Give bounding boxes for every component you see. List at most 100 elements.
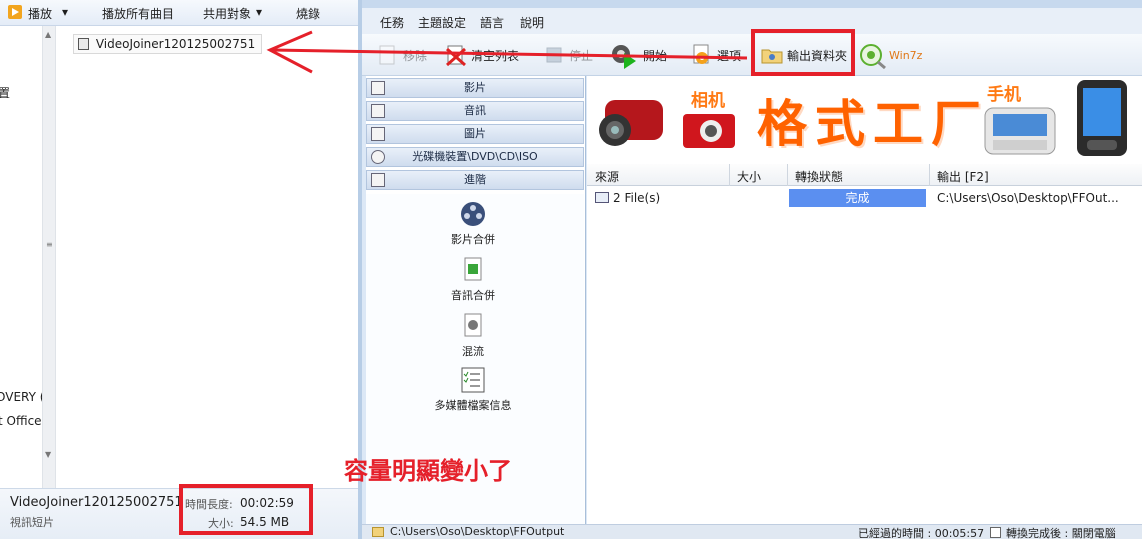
chevron-down-icon[interactable]: ▾ bbox=[62, 5, 68, 19]
win7z-label: Win7z bbox=[889, 48, 923, 62]
file-item[interactable]: VideoJoiner120125002751 bbox=[73, 34, 263, 54]
nav-scrollbar[interactable]: ▲ ≡ ▼ bbox=[42, 26, 56, 488]
details-file-name: VideoJoiner120125002751 bbox=[10, 495, 183, 510]
nav-item[interactable]: OVERY ( bbox=[0, 390, 42, 404]
burn-button[interactable]: 燒錄 bbox=[296, 5, 320, 22]
category-label: 影片 bbox=[464, 81, 486, 94]
explorer-toolbar: 播放 ▾ 播放所有曲目 共用對象 ▾ 燒錄 bbox=[0, 0, 358, 26]
win7z-button[interactable]: Win7z bbox=[858, 42, 923, 70]
smartphone-icon bbox=[983, 104, 1059, 161]
options-label: 選項 bbox=[717, 48, 742, 63]
clear-list-label: 清空列表 bbox=[471, 48, 520, 63]
explorer-window: 播放 ▾ 播放所有曲目 共用對象 ▾ 燒錄 置 OVERY ( t Office… bbox=[0, 0, 358, 539]
column-divider bbox=[929, 164, 930, 186]
menu-task[interactable]: 任務 bbox=[380, 14, 404, 31]
details-file-type: 視訊短片 bbox=[10, 516, 54, 529]
tool-label: 混流 bbox=[462, 345, 484, 358]
category-audio[interactable]: 音訊 bbox=[366, 101, 584, 121]
music-note-icon bbox=[371, 104, 385, 118]
column-divider bbox=[787, 164, 788, 186]
menu-language[interactable]: 語言 bbox=[480, 14, 504, 31]
category-label: 光碟機裝置\DVD\CD\ISO bbox=[412, 150, 538, 163]
stop-button[interactable]: 停止 bbox=[542, 42, 593, 68]
category-label: 音訊 bbox=[464, 104, 486, 117]
column-source[interactable]: 來源 bbox=[595, 168, 619, 185]
column-status[interactable]: 轉換狀態 bbox=[795, 168, 843, 185]
clear-list-icon bbox=[444, 43, 468, 67]
column-output[interactable]: 輸出 [F2] bbox=[937, 168, 989, 185]
status-output-path[interactable]: C:\Users\Oso\Desktop\FFOutput bbox=[390, 525, 564, 538]
play-icon bbox=[8, 5, 22, 19]
audio-join-tool[interactable]: 音訊合併 bbox=[406, 256, 540, 303]
menu-theme[interactable]: 主題設定 bbox=[418, 14, 466, 31]
scroll-down-icon[interactable]: ▼ bbox=[45, 450, 51, 459]
banner: 相机 格式工厂 手机 bbox=[587, 76, 1142, 164]
file-list-area[interactable]: VideoJoiner120125002751 bbox=[57, 26, 358, 488]
pda-phone-icon bbox=[1073, 78, 1133, 163]
remove-button[interactable]: 移除 bbox=[376, 42, 427, 68]
table-row[interactable]: 2 File(s) 完成 C:\Users\Oso\Desktop\FFOut.… bbox=[587, 188, 1142, 208]
phone-tag: 手机 bbox=[987, 85, 1021, 105]
tool-label: 多媒體檔案信息 bbox=[434, 399, 512, 412]
task-list[interactable]: 來源 大小 轉換狀態 輸出 [F2] 2 File(s) 完成 C:\Users… bbox=[587, 164, 1142, 524]
start-button[interactable]: 開始 bbox=[610, 42, 668, 69]
task-list-header: 來源 大小 轉換狀態 輸出 [F2] bbox=[587, 164, 1142, 186]
row-source: 2 File(s) bbox=[613, 191, 661, 205]
win7z-icon bbox=[858, 43, 886, 70]
clear-list-button[interactable]: 清空列表 bbox=[444, 42, 519, 68]
column-divider bbox=[729, 164, 730, 186]
stop-label: 停止 bbox=[569, 48, 594, 63]
advanced-icon bbox=[371, 173, 385, 187]
title-bar[interactable] bbox=[362, 0, 1142, 8]
scroll-up-icon[interactable]: ▲ bbox=[45, 30, 51, 39]
row-status: 完成 bbox=[789, 189, 926, 207]
mux-file-icon bbox=[459, 312, 487, 340]
camera-icon bbox=[681, 110, 737, 155]
audio-file-icon bbox=[459, 256, 487, 284]
film-icon bbox=[371, 81, 385, 95]
file-list-icon bbox=[595, 192, 609, 203]
play-button[interactable]: 播放 bbox=[28, 5, 52, 22]
disc-icon bbox=[371, 150, 385, 164]
video-join-tool[interactable]: 影片合併 bbox=[406, 200, 540, 247]
share-button[interactable]: 共用對象 bbox=[203, 5, 251, 22]
stop-icon bbox=[542, 43, 566, 67]
category-video[interactable]: 影片 bbox=[366, 78, 584, 98]
tool-label: 音訊合併 bbox=[451, 289, 495, 302]
remove-label: 移除 bbox=[403, 48, 428, 63]
nav-item[interactable]: t Office bbox=[0, 414, 42, 428]
category-label: 圖片 bbox=[464, 127, 486, 140]
options-icon bbox=[690, 43, 714, 67]
camera-tag: 相机 bbox=[691, 91, 725, 111]
annotation-box-file-size bbox=[179, 484, 313, 535]
nav-item[interactable]: 置 bbox=[0, 84, 10, 101]
row-output: C:\Users\Oso\Desktop\FFOut... bbox=[937, 191, 1119, 205]
status-bar: C:\Users\Oso\Desktop\FFOutput 已經過的時間 : 0… bbox=[362, 524, 1142, 540]
file-name: VideoJoiner120125002751 bbox=[95, 37, 256, 51]
start-label: 開始 bbox=[643, 48, 668, 63]
category-image[interactable]: 圖片 bbox=[366, 124, 584, 144]
category-disc[interactable]: 光碟機裝置\DVD\CD\ISO bbox=[366, 147, 584, 167]
folder-small-icon bbox=[372, 527, 384, 537]
shutdown-checkbox[interactable] bbox=[990, 527, 1001, 538]
annotation-box-output-folder bbox=[751, 29, 855, 76]
annotation-text: 容量明顯變小了 bbox=[344, 457, 512, 485]
tool-label: 影片合併 bbox=[451, 233, 495, 246]
picture-icon bbox=[371, 127, 385, 141]
category-label: 進階 bbox=[464, 173, 486, 186]
banner-title: 格式工厂 bbox=[757, 95, 989, 153]
checklist-icon bbox=[459, 366, 487, 394]
play-all-button[interactable]: 播放所有曲目 bbox=[102, 5, 174, 22]
category-advanced[interactable]: 進階 bbox=[366, 170, 584, 190]
chevron-down-icon[interactable]: ▾ bbox=[256, 5, 262, 19]
media-info-tool[interactable]: 多媒體檔案信息 bbox=[406, 366, 540, 413]
options-button[interactable]: 選項 bbox=[690, 42, 741, 68]
menu-help[interactable]: 說明 bbox=[520, 14, 544, 31]
navigation-pane[interactable]: 置 OVERY ( t Office bbox=[0, 26, 42, 488]
scroll-grip-icon[interactable]: ≡ bbox=[46, 240, 53, 249]
column-size[interactable]: 大小 bbox=[737, 168, 761, 185]
start-icon bbox=[610, 43, 636, 69]
film-reel-icon bbox=[459, 200, 487, 228]
remove-icon bbox=[376, 43, 400, 67]
mux-tool[interactable]: 混流 bbox=[406, 312, 540, 359]
